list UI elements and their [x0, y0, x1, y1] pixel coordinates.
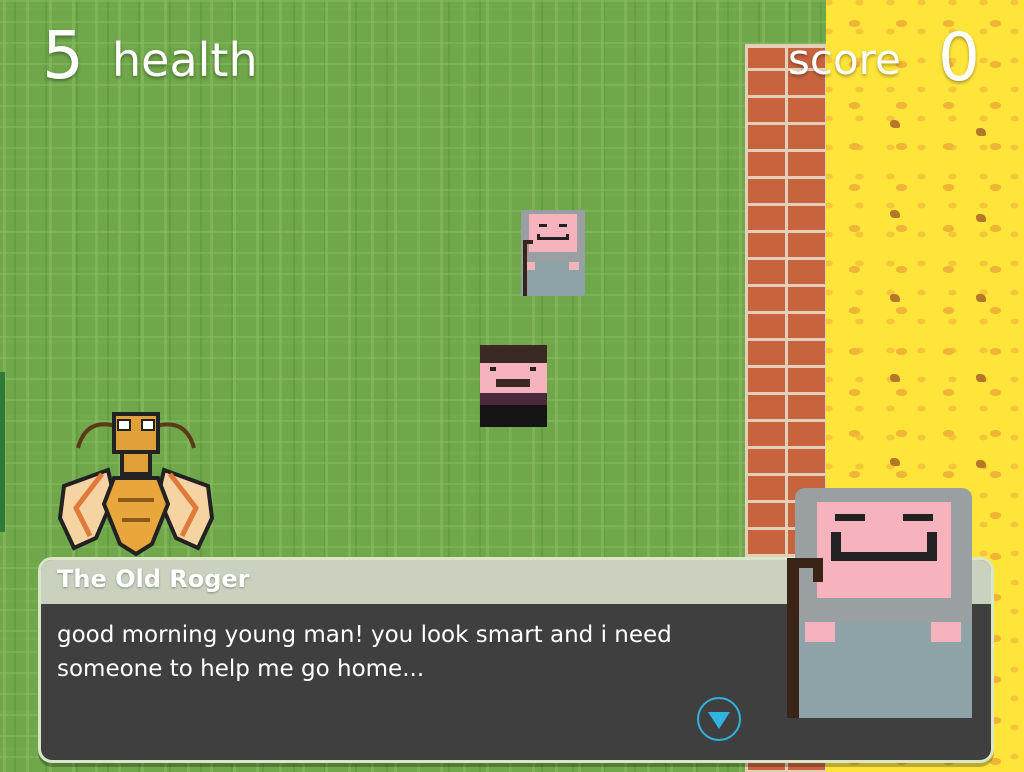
old-man-portrait [787, 488, 972, 718]
score-value: 0 [938, 19, 980, 96]
old-man-sprite[interactable] [517, 210, 585, 296]
pebble [890, 120, 900, 128]
dialog-line-1: good morning young man! you look smart a… [57, 622, 672, 648]
dialog-text: good morning young man! you look smart a… [57, 618, 757, 686]
down-triangle-icon [708, 712, 730, 729]
next-dialog-button[interactable] [697, 697, 741, 741]
wasp-sprite[interactable] [56, 408, 216, 558]
pebble [976, 128, 986, 136]
pebble [976, 214, 986, 222]
pebble [976, 374, 986, 382]
dialog-line-2: someone to help me go home... [57, 656, 425, 682]
health-value: 5 [42, 17, 84, 94]
pebble [976, 460, 986, 468]
grass-edge-marker [0, 372, 5, 532]
speaker-name: The Old Roger [57, 565, 250, 593]
health-label: health [112, 33, 258, 87]
score-label: score [788, 35, 901, 84]
pebble [890, 374, 900, 382]
pebble [976, 294, 986, 302]
mustache-man-sprite[interactable] [480, 345, 547, 427]
pebble [890, 210, 900, 218]
pebble [890, 294, 900, 302]
pebble [890, 458, 900, 466]
game-screen: 5 health score 0 The Old Roger good morn… [0, 0, 1024, 772]
